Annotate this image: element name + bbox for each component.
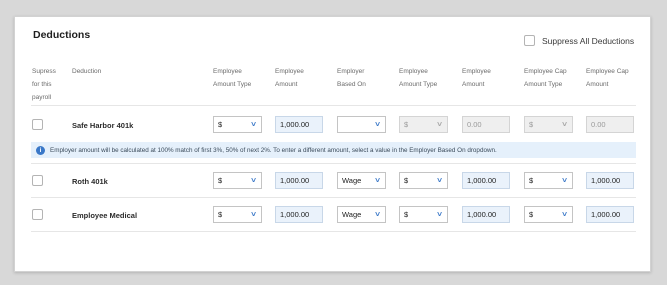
select-value: $: [218, 176, 223, 185]
header-employee-cap-amount: Employee Cap Amount: [586, 65, 629, 91]
select-value: $: [218, 210, 223, 219]
employer-based-on-select[interactable]: Wage ∨: [337, 206, 386, 223]
employee-cap-amount-type-select: $ ∨: [524, 116, 573, 133]
row-suppress-checkbox[interactable]: [32, 175, 43, 186]
chevron-down-icon: ∨: [249, 121, 258, 128]
select-value: $: [404, 210, 409, 219]
chevron-down-icon: ∨: [373, 121, 382, 128]
row-divider: [31, 197, 636, 198]
deduction-name: Safe Harbor 401k: [72, 121, 134, 130]
employer-amount-type-select: $ ∨: [399, 116, 448, 133]
header-line1: Employee: [275, 68, 304, 75]
employee-cap-amount-input[interactable]: 1,000.00: [586, 206, 634, 223]
header-line1: Employee: [462, 68, 491, 75]
employer-amount-input[interactable]: 1,000.00: [462, 206, 510, 223]
chevron-down-icon: ∨: [435, 177, 444, 184]
header-line2: Amount: [275, 81, 298, 88]
header-line1: Employee Cap: [524, 68, 567, 75]
employer-based-on-select[interactable]: ∨: [337, 116, 386, 133]
select-value: $: [404, 120, 409, 129]
header-line1: Employer: [337, 68, 365, 75]
header-employer-based-on: Employer Based On: [337, 65, 366, 91]
chevron-down-icon: ∨: [560, 211, 569, 218]
employee-amount-input[interactable]: 1,000.00: [275, 116, 323, 133]
header-employee-amount-type-2: Employee Amount Type: [399, 65, 437, 91]
chevron-down-icon: ∨: [249, 211, 258, 218]
deduction-name: Roth 401k: [72, 177, 108, 186]
employee-cap-amount-input: 0.00: [586, 116, 634, 133]
employer-amount-input[interactable]: 1,000.00: [462, 172, 510, 189]
row-suppress-checkbox[interactable]: [32, 209, 43, 220]
row-divider: [31, 231, 636, 232]
header-employee-amount-type: Employee Amount Type: [213, 65, 251, 91]
row-divider: [31, 163, 636, 164]
header-suppress: Supress for this payroll: [32, 65, 56, 104]
suppress-all-checkbox[interactable]: [524, 35, 535, 46]
section-title: Deductions: [33, 29, 91, 41]
header-suppress-line2: for this: [32, 81, 52, 88]
chevron-down-icon: ∨: [435, 211, 444, 218]
chevron-down-icon: ∨: [435, 121, 444, 128]
select-value: Wage: [342, 210, 362, 219]
row-divider: [31, 105, 636, 106]
suppress-all-toggle[interactable]: Suppress All Deductions: [524, 35, 634, 46]
employer-based-on-select[interactable]: Wage ∨: [337, 172, 386, 189]
select-value: Wage: [342, 176, 362, 185]
employee-amount-input[interactable]: 1,000.00: [275, 172, 323, 189]
employee-amount-type-select[interactable]: $ ∨: [213, 116, 262, 133]
header-line1: Employee Cap: [586, 68, 629, 75]
select-value: $: [529, 120, 534, 129]
chevron-down-icon: ∨: [249, 177, 258, 184]
header-deduction: Deduction: [72, 68, 102, 75]
employee-cap-amount-input[interactable]: 1,000.00: [586, 172, 634, 189]
chevron-down-icon: ∨: [560, 177, 569, 184]
header-line2: Amount: [462, 81, 485, 88]
header-line2: Amount: [586, 81, 609, 88]
suppress-all-label: Suppress All Deductions: [542, 35, 635, 46]
header-line1: Employee: [213, 68, 242, 75]
header-line1: Employee: [399, 68, 428, 75]
employer-amount-input: 0.00: [462, 116, 510, 133]
header-line2: Amount Type: [524, 81, 563, 88]
employee-amount-input[interactable]: 1,000.00: [275, 206, 323, 223]
chevron-down-icon: ∨: [373, 177, 382, 184]
select-value: $: [529, 176, 534, 185]
header-line2: Amount Type: [399, 81, 438, 88]
employee-cap-amount-type-select[interactable]: $ ∨: [524, 172, 573, 189]
chevron-down-icon: ∨: [373, 211, 382, 218]
header-employee-amount-2: Employee Amount: [462, 65, 491, 91]
deductions-card: Deductions Suppress All Deductions Supre…: [14, 16, 651, 272]
header-suppress-line1: Supress: [32, 68, 56, 75]
info-icon: i: [36, 145, 45, 155]
header-employee-amount: Employee Amount: [275, 65, 304, 91]
employee-amount-type-select[interactable]: $ ∨: [213, 206, 262, 223]
select-value: $: [529, 210, 534, 219]
header-line2: Based On: [337, 81, 366, 88]
deduction-name: Employee Medical: [72, 211, 138, 220]
header-suppress-line3: payroll: [32, 94, 52, 101]
chevron-down-icon: ∨: [560, 121, 569, 128]
employer-amount-type-select[interactable]: $ ∨: [399, 206, 448, 223]
select-value: $: [404, 176, 409, 185]
employer-amount-type-select[interactable]: $ ∨: [399, 172, 448, 189]
employee-amount-type-select[interactable]: $ ∨: [213, 172, 262, 189]
info-message: Employer amount will be calculated at 10…: [50, 146, 497, 154]
header-line2: Amount Type: [213, 81, 252, 88]
info-banner: i Employer amount will be calculated at …: [31, 142, 636, 158]
employee-cap-amount-type-select[interactable]: $ ∨: [524, 206, 573, 223]
row-suppress-checkbox[interactable]: [32, 119, 43, 130]
select-value: $: [218, 120, 223, 129]
header-employee-cap-amount-type: Employee Cap Amount Type: [524, 65, 567, 91]
